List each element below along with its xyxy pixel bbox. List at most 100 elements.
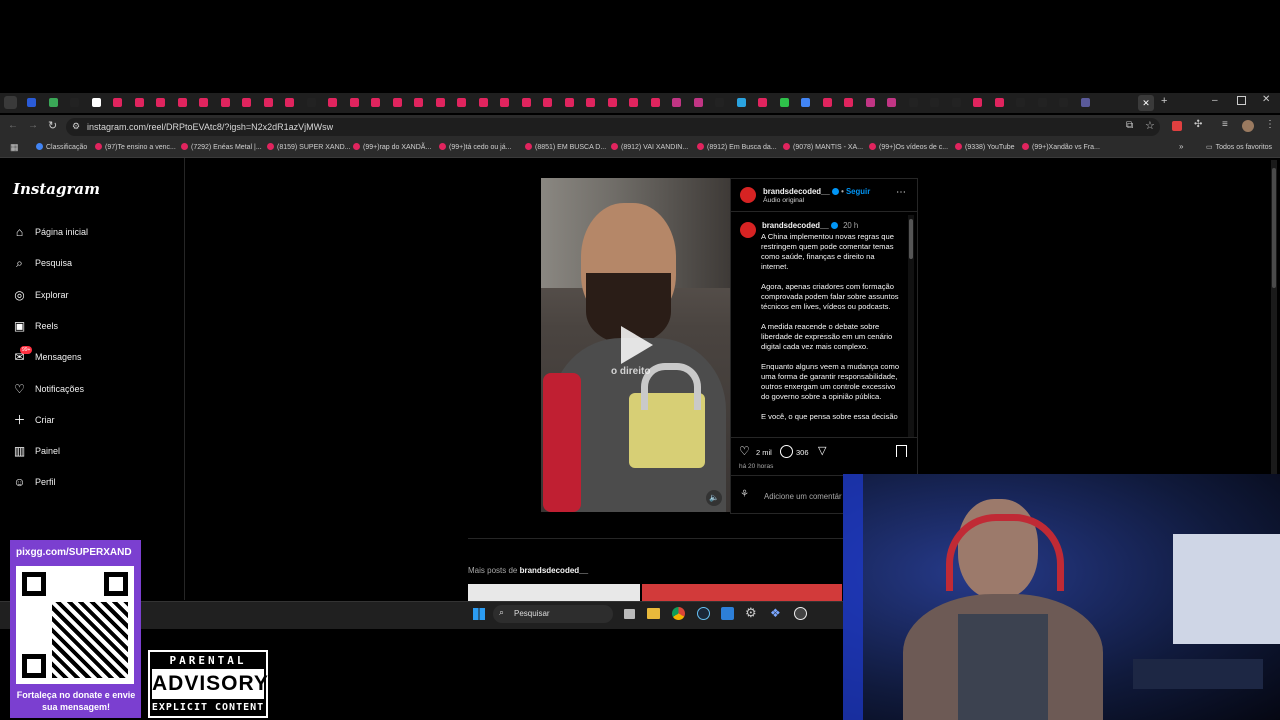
bookmark-item[interactable]: (99+)Os vídeos de c...: [869, 143, 948, 151]
browser-tab[interactable]: [1037, 98, 1047, 107]
panel-scrollbar-thumb[interactable]: [909, 219, 913, 259]
back-icon[interactable]: ←: [8, 120, 18, 131]
bookmark-item[interactable]: (8851) EM BUSCA D...: [525, 143, 606, 151]
tab-search-button[interactable]: [4, 96, 17, 109]
sidebar-item-2[interactable]: ◎ Explorar: [13, 287, 68, 303]
browser-tab[interactable]: [779, 98, 789, 107]
comment-button[interactable]: [780, 445, 793, 458]
reload-icon[interactable]: ↻: [48, 119, 57, 132]
browser-tab[interactable]: [951, 98, 961, 107]
browser-tab[interactable]: [586, 98, 595, 107]
sidebar-item-5[interactable]: ♡ Notificações: [13, 381, 84, 397]
browser-tab[interactable]: [887, 98, 896, 107]
browser-tab[interactable]: [672, 98, 681, 107]
task-view-icon[interactable]: [624, 609, 635, 619]
sidebar-item-7[interactable]: ▥ Painel: [13, 443, 60, 459]
media-controls-icon[interactable]: ≡: [1222, 119, 1228, 130]
browser-tab[interactable]: [242, 98, 251, 107]
bookmark-item[interactable]: (8912) Em Busca da...: [697, 143, 777, 151]
browser-tab[interactable]: [113, 98, 122, 107]
browser-tab[interactable]: [629, 98, 638, 107]
taskbar-search[interactable]: ⌕ Pesquisar: [493, 605, 613, 623]
sidebar-item-8[interactable]: ☺ Perfil: [13, 474, 55, 490]
browser-tab[interactable]: [177, 98, 187, 107]
browser-tab[interactable]: [715, 98, 724, 107]
like-button[interactable]: ♡: [739, 444, 750, 458]
bookmark-item[interactable]: (9078) MANTIS - XA...: [783, 143, 863, 151]
browser-tab[interactable]: [414, 98, 423, 107]
browser-tab[interactable]: [478, 98, 488, 107]
bookmark-item[interactable]: (99+)tá cedo ou já...: [439, 143, 511, 151]
browser-tab[interactable]: [27, 98, 36, 107]
site-info-icon[interactable]: ⚙: [72, 121, 80, 132]
install-app-icon[interactable]: ⧉: [1126, 120, 1133, 131]
maximize-button[interactable]: [1237, 96, 1246, 105]
browser-tab[interactable]: [156, 98, 165, 107]
browser-tab[interactable]: [70, 98, 79, 107]
browser-tab[interactable]: [349, 98, 359, 107]
author-username[interactable]: brandsdecoded__ • Seguir: [763, 187, 870, 196]
instagram-logo[interactable]: Instagram: [13, 180, 100, 198]
sidebar-item-3[interactable]: ▣ Reels: [13, 318, 58, 334]
active-tab-close-icon[interactable]: ✕: [1138, 95, 1154, 111]
browser-tab[interactable]: [1016, 98, 1025, 107]
browser-tab[interactable]: [328, 98, 337, 107]
file-explorer-icon[interactable]: [647, 608, 660, 619]
browser-tab[interactable]: [220, 98, 230, 107]
browser-tab[interactable]: [736, 98, 746, 107]
page-scrollbar-thumb[interactable]: [1272, 168, 1276, 288]
bookmark-item[interactable]: (99+)rap do XANDÃ...: [353, 143, 431, 151]
reel-video[interactable]: o direito 🔈: [541, 178, 730, 512]
bookmark-item[interactable]: (7292) Enéas Metal |...: [181, 143, 262, 151]
follow-button[interactable]: Seguir: [846, 187, 870, 196]
all-bookmarks-folder[interactable]: ▭ Todos os favoritos: [1206, 143, 1272, 151]
audio-label[interactable]: Áudio original: [763, 197, 804, 204]
sidebar-item-0[interactable]: ⌂ Página inicial: [13, 224, 88, 240]
browser-tab[interactable]: [607, 98, 617, 107]
browser-tab[interactable]: [1080, 98, 1090, 107]
comment-input[interactable]: Adicione um comentár: [764, 492, 842, 501]
browser-tab[interactable]: [306, 98, 316, 107]
windows-start-icon[interactable]: [473, 608, 485, 620]
browser-tab[interactable]: [48, 98, 58, 107]
bookmark-item[interactable]: Classificação: [36, 143, 87, 151]
browser-tab[interactable]: [543, 98, 552, 107]
extension-icon[interactable]: [1172, 121, 1182, 131]
browser-tab[interactable]: [844, 98, 853, 107]
photos-app-icon[interactable]: [721, 607, 734, 620]
profile-avatar[interactable]: [1242, 120, 1254, 132]
browser-tab[interactable]: [801, 98, 810, 107]
save-bookmark-icon[interactable]: [896, 445, 907, 457]
browser-tab[interactable]: [865, 98, 875, 107]
author-avatar[interactable]: [740, 187, 756, 203]
bookmark-item[interactable]: (99+)Xandão vs Fra...: [1022, 143, 1100, 151]
browser-tab[interactable]: [693, 98, 703, 107]
caption-avatar[interactable]: [740, 222, 756, 238]
browser-tab[interactable]: [908, 98, 918, 107]
browser-tab[interactable]: [521, 98, 531, 107]
chrome-taskbar-icon[interactable]: [672, 607, 685, 620]
browser-menu-icon[interactable]: ⋮: [1265, 119, 1275, 130]
browser-tab[interactable]: [91, 98, 101, 107]
bookmark-item[interactable]: (8912) VAI XANDIN...: [611, 143, 688, 151]
browser-tab[interactable]: [500, 98, 509, 107]
browser-tab[interactable]: [930, 98, 939, 107]
browser-tab[interactable]: [392, 98, 402, 107]
more-post-thumb-2[interactable]: [642, 584, 842, 601]
browser-tab[interactable]: [758, 98, 767, 107]
browser-tab[interactable]: [435, 98, 445, 107]
close-window-button[interactable]: ✕: [1262, 94, 1270, 105]
play-icon[interactable]: [621, 326, 653, 364]
sidebar-item-1[interactable]: ⌕ Pesquisa: [13, 255, 72, 271]
more-post-thumb-1[interactable]: [468, 584, 640, 601]
bookmark-item[interactable]: (8159) SUPER XAND...: [267, 143, 351, 151]
app-taskbar-icon[interactable]: ❖: [770, 606, 781, 620]
minimize-button[interactable]: –: [1212, 95, 1218, 106]
browser-tab[interactable]: [134, 98, 144, 107]
browser-tab[interactable]: [822, 98, 832, 107]
sidebar-item-4[interactable]: ✉ 99+ Mensagens: [13, 345, 82, 365]
settings-gear-icon[interactable]: ⚙: [745, 605, 757, 621]
bookmark-item[interactable]: (9338) YouTube: [955, 143, 1015, 151]
browser-tab[interactable]: [973, 98, 982, 107]
obs-taskbar-icon[interactable]: [794, 607, 807, 620]
